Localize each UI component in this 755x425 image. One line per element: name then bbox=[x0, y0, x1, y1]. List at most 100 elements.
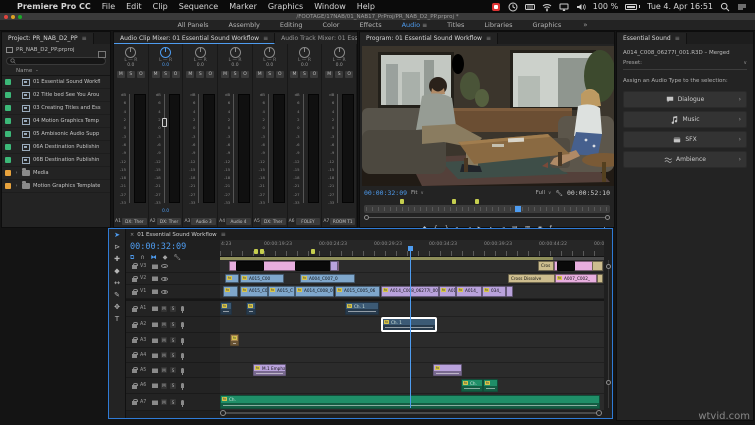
mute-button[interactable]: M bbox=[325, 71, 333, 78]
track-header-a1[interactable]: A1MS bbox=[126, 301, 220, 317]
menu-premiere-pro-cc[interactable]: Premiere Pro CC bbox=[17, 2, 91, 11]
sync-lock-icon[interactable] bbox=[152, 276, 158, 281]
timeline-marker[interactable] bbox=[311, 249, 315, 254]
playback-resolution-dropdown[interactable]: Full∨ bbox=[536, 190, 552, 196]
track-output-eye-icon[interactable] bbox=[161, 290, 168, 294]
clock-icon[interactable] bbox=[508, 2, 518, 12]
mute-button[interactable]: M bbox=[161, 352, 167, 358]
track-header-v3[interactable]: V3 bbox=[126, 260, 220, 273]
workspace-tab-graphics[interactable]: Graphics bbox=[523, 21, 572, 29]
clip-a007-c002-[interactable]: fxA007_C002_ bbox=[555, 274, 597, 283]
track-name-badge[interactable]: DX: Ther bbox=[157, 218, 182, 225]
track-header-a7[interactable]: A7MS bbox=[126, 394, 220, 411]
track-lane-a4[interactable] bbox=[220, 348, 604, 363]
clip[interactable] bbox=[597, 274, 603, 283]
label-color-chip[interactable] bbox=[5, 144, 11, 150]
pan-knob[interactable] bbox=[334, 47, 345, 58]
clip[interactable] bbox=[330, 261, 338, 271]
tab-program-monitor[interactable]: Program: 01 Essential Sound Workflow≡ bbox=[360, 33, 498, 44]
track-lane-a7[interactable]: fxCh. bbox=[220, 394, 604, 411]
panel-menu-icon[interactable]: ≡ bbox=[675, 35, 680, 42]
label-color-chip[interactable] bbox=[5, 170, 11, 176]
volume-fader[interactable] bbox=[127, 92, 132, 205]
track-lane-a5[interactable]: fxM.1 Emphasfx bbox=[220, 363, 604, 378]
project-name-column-header[interactable]: Name⌃ bbox=[2, 66, 110, 76]
track-lane-a1[interactable]: fxfxfxCh. 1 bbox=[220, 301, 604, 317]
lock-icon[interactable] bbox=[132, 369, 137, 373]
track-name-badge[interactable]: FOLEY bbox=[296, 218, 321, 225]
lock-icon[interactable] bbox=[132, 291, 137, 295]
sync-lock-icon[interactable] bbox=[152, 383, 158, 388]
keyboard-icon[interactable] bbox=[525, 2, 535, 12]
list-view-icon[interactable] bbox=[98, 51, 106, 58]
clip[interactable]: fx bbox=[223, 286, 238, 297]
lock-icon[interactable] bbox=[132, 401, 137, 405]
track-header-v1[interactable]: V1 bbox=[126, 285, 220, 299]
track-name-badge[interactable]: DX: Ther bbox=[122, 218, 147, 225]
menu-sequence[interactable]: Sequence bbox=[179, 2, 218, 11]
ripple-edit-tool[interactable]: ✚ bbox=[114, 256, 120, 263]
solo-button[interactable]: S bbox=[196, 71, 204, 78]
notification-center-icon[interactable] bbox=[737, 2, 747, 12]
workspace-tab-effects[interactable]: Effects bbox=[349, 21, 391, 29]
track-output-eye-icon[interactable] bbox=[161, 277, 168, 281]
volume-fader[interactable] bbox=[196, 92, 201, 205]
project-item[interactable]: 04 Motion Graphics Temp bbox=[2, 115, 110, 128]
workspace-tab-titles[interactable]: Titles bbox=[437, 21, 474, 29]
spotlight-search-icon[interactable] bbox=[720, 2, 730, 12]
project-item[interactable]: ›Motion Graphics Template bbox=[2, 180, 110, 193]
sync-lock-icon[interactable] bbox=[152, 353, 158, 358]
workspace-tab-assembly[interactable]: Assembly bbox=[219, 21, 270, 29]
clip-a004-c007-0[interactable]: fxA004_C007_0 bbox=[300, 274, 355, 283]
mute-button[interactable]: M bbox=[161, 322, 167, 328]
track-lane-v3[interactable]: Cros bbox=[220, 260, 604, 273]
cc-app-icon[interactable] bbox=[491, 2, 501, 12]
pan-knob[interactable] bbox=[125, 47, 136, 58]
clip[interactable] bbox=[592, 261, 603, 271]
clip-a015-c00[interactable]: fxA015_C00 bbox=[240, 274, 284, 283]
track-lane-v1[interactable]: fxfxA015_C01fxA015_CfxA014_C008_0fxA015_… bbox=[220, 285, 604, 299]
mute-button[interactable]: M bbox=[152, 71, 160, 78]
panel-menu-icon[interactable]: ≡ bbox=[486, 35, 491, 42]
pan-knob[interactable] bbox=[160, 47, 171, 58]
program-zoom-bar[interactable] bbox=[364, 215, 610, 220]
automation-button[interactable]: O bbox=[241, 71, 249, 78]
label-color-chip[interactable] bbox=[5, 157, 11, 163]
clip-ch-1[interactable]: fxCh. 1 bbox=[345, 302, 379, 315]
fader-handle[interactable] bbox=[162, 118, 167, 127]
track-name-badge[interactable]: Audio 4 bbox=[226, 218, 251, 225]
clip-cross-dissolve[interactable]: Cross Dissolve bbox=[508, 274, 555, 283]
track-name-badge[interactable]: ROOM T1 bbox=[330, 218, 355, 225]
sync-lock-icon[interactable] bbox=[152, 338, 158, 343]
menu-file[interactable]: File bbox=[102, 2, 115, 11]
track-output-eye-icon[interactable] bbox=[161, 264, 168, 268]
mute-button[interactable]: M bbox=[161, 367, 167, 373]
solo-button[interactable]: S bbox=[300, 71, 308, 78]
tab-audio-track-mixer[interactable]: Audio Track Mixer: 01 Essential Sound Wo… bbox=[275, 33, 357, 44]
program-scrubber[interactable] bbox=[364, 205, 610, 213]
clip-m-1-emphas[interactable]: fxM.1 Emphas bbox=[253, 364, 286, 376]
timeline-marker[interactable] bbox=[254, 249, 258, 254]
lock-icon[interactable] bbox=[132, 265, 137, 269]
audio-type-dialogue-button[interactable]: Dialogue› bbox=[623, 91, 747, 108]
lock-icon[interactable] bbox=[132, 278, 137, 282]
voiceover-mic-icon[interactable] bbox=[181, 400, 184, 405]
audio-type-ambience-button[interactable]: Ambience› bbox=[623, 151, 747, 168]
volume-icon[interactable] bbox=[576, 2, 586, 12]
solo-button[interactable]: S bbox=[335, 71, 343, 78]
solo-button[interactable]: S bbox=[170, 352, 176, 358]
solo-button[interactable]: S bbox=[162, 71, 170, 78]
workspace-tab-color[interactable]: Color bbox=[313, 21, 350, 29]
clip[interactable]: fx bbox=[230, 334, 239, 346]
slip-tool[interactable]: ↔ bbox=[114, 280, 120, 287]
volume-fader[interactable] bbox=[335, 92, 340, 205]
timeline-playhead-head[interactable] bbox=[408, 246, 413, 251]
disclosure-triangle[interactable]: › bbox=[14, 170, 19, 176]
clip[interactable]: fx bbox=[220, 302, 232, 315]
project-item[interactable]: ›Media bbox=[2, 167, 110, 180]
workspace-tab-all-panels[interactable]: All Panels bbox=[167, 21, 218, 29]
program-current-timecode[interactable]: 00:00:32:09 bbox=[364, 189, 407, 197]
clip-ch-[interactable]: fxCh. bbox=[461, 379, 483, 392]
type-tool[interactable]: T bbox=[115, 316, 119, 323]
tab-sequence[interactable]: 01 Essential Sound Workflow bbox=[137, 232, 216, 238]
